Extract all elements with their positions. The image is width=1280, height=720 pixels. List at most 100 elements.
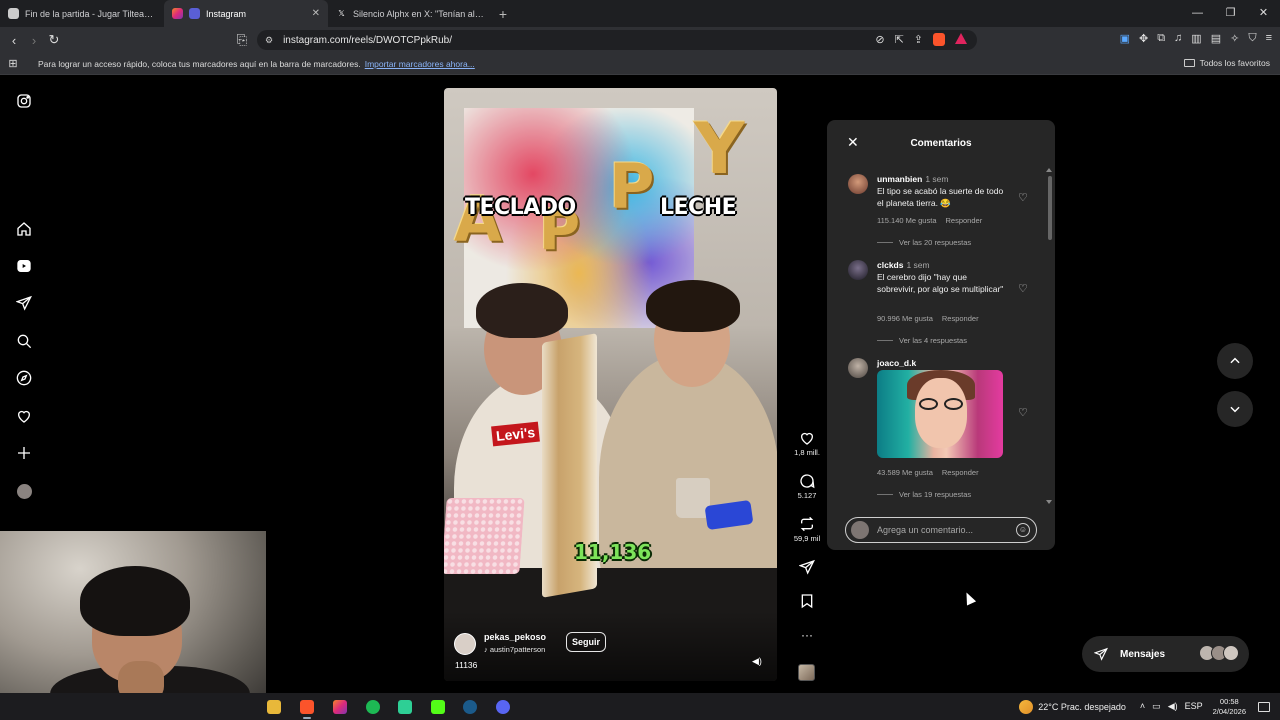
steam-icon[interactable] — [461, 698, 479, 715]
speaker-icon[interactable]: ◀) — [752, 656, 762, 667]
new-tab-button[interactable]: + — [492, 0, 514, 27]
tab-x-post[interactable]: 𝕏 Silencio Alphx en X: "Tenían al homb — [328, 0, 492, 27]
scroll-up-icon[interactable] — [1046, 168, 1052, 172]
tab-instagram[interactable]: Instagram ✕ — [164, 0, 328, 27]
all-bookmarks-button[interactable]: Todos los favoritos — [1183, 58, 1270, 68]
forward-button[interactable]: › — [24, 33, 44, 48]
instagram-logo-icon[interactable] — [15, 92, 33, 110]
site-info-icon[interactable]: ⚙ — [265, 35, 273, 46]
comment-username[interactable]: unmanbien — [877, 174, 922, 184]
author-avatar[interactable] — [454, 633, 476, 655]
shield-icon[interactable]: ⛉ — [1248, 32, 1256, 45]
open-external-icon[interactable]: ⇱ — [895, 33, 904, 46]
repost-button[interactable]: 59,9 mil — [786, 516, 828, 543]
close-tab-icon[interactable]: ✕ — [312, 8, 320, 19]
scroll-down-icon[interactable] — [1046, 500, 1052, 504]
scrollbar-thumb[interactable] — [1048, 176, 1052, 240]
notifications-icon[interactable] — [1258, 701, 1270, 712]
volume-icon[interactable]: ◀) — [1168, 701, 1178, 712]
reply-button[interactable]: Responder — [942, 468, 979, 477]
comment-gif[interactable] — [877, 370, 1003, 458]
comment-like-icon[interactable]: ♡ — [1018, 406, 1028, 419]
vpn-icon[interactable]: ▣ — [1120, 32, 1130, 45]
view-replies-button[interactable]: Ver las 4 respuestas — [877, 336, 967, 345]
chevron-up-icon[interactable]: ˄ — [1140, 701, 1145, 712]
avatar[interactable] — [848, 260, 868, 280]
brave-shields-icon[interactable] — [933, 33, 945, 46]
close-window-button[interactable]: ✕ — [1247, 0, 1280, 27]
comment-likes[interactable]: 90.996 Me gusta — [877, 314, 933, 323]
person-right-hair — [646, 280, 740, 332]
direct-send-icon[interactable] — [15, 294, 33, 312]
comment-like-icon[interactable]: ♡ — [1018, 282, 1028, 295]
audio-thumbnail[interactable] — [798, 664, 815, 681]
messages-button[interactable]: Mensajes — [1082, 636, 1249, 672]
previous-reel-button[interactable] — [1217, 343, 1253, 379]
comment-meta: 90.996 Me gusta Responder — [877, 314, 979, 323]
weather-widget[interactable]: 22°C Prac. despejado — [1019, 699, 1126, 714]
send-icon — [1094, 647, 1108, 661]
comment-likes[interactable]: 115.140 Me gusta — [877, 216, 937, 225]
instagram-app-icon[interactable] — [331, 698, 349, 715]
audio-source[interactable]: ♪ austin7patterson — [484, 645, 545, 654]
restore-button[interactable]: ❐ — [1214, 0, 1247, 27]
file-explorer-icon[interactable] — [265, 698, 283, 715]
extensions-icon[interactable]: ✥ — [1139, 32, 1148, 45]
keyboard-language[interactable]: ESP — [1185, 701, 1203, 712]
search-icon[interactable] — [15, 332, 33, 350]
share-button[interactable] — [786, 559, 828, 575]
back-button[interactable]: ‹ — [4, 33, 24, 48]
comment-likes[interactable]: 43.589 Me gusta — [877, 468, 933, 477]
view-replies-button[interactable]: Ver las 19 respuestas — [877, 490, 971, 499]
reply-button[interactable]: Responder — [942, 314, 979, 323]
reload-button[interactable]: ↻ — [44, 32, 64, 48]
comment-like-icon[interactable]: ♡ — [1018, 191, 1028, 204]
notifications-heart-icon[interactable] — [15, 407, 33, 425]
discord-icon[interactable] — [494, 698, 512, 715]
kick-icon[interactable] — [429, 698, 447, 715]
bookmark-page-icon[interactable]: ⎘ — [232, 32, 252, 48]
url-bar[interactable]: ⚙ instagram.com/reels/DWOTCPpkRub/ ⊘ ⇱ ⇪ — [257, 30, 977, 50]
follow-button[interactable]: Seguir — [566, 632, 607, 652]
tab-tilteadazo[interactable]: Fin de la partida - Jugar Tilteadazo - — [0, 0, 164, 27]
reels-icon[interactable] — [15, 257, 33, 275]
share-icon[interactable]: ⇪ — [914, 33, 923, 46]
no-tracking-icon[interactable]: ⊘ — [875, 33, 884, 46]
screenshot-icon[interactable]: ⧉ — [1157, 32, 1165, 45]
network-icon[interactable]: ▭ — [1152, 701, 1161, 712]
sidebar-icon[interactable]: ▥ — [1191, 32, 1201, 45]
avatar[interactable] — [848, 358, 868, 378]
wallet-icon[interactable]: ▤ — [1211, 32, 1221, 45]
like-button[interactable]: 1,8 mill. — [786, 430, 828, 457]
reply-button[interactable]: Responder — [946, 216, 983, 225]
comment-button[interactable]: 5.127 — [786, 473, 828, 500]
music-icon[interactable]: ♫ — [1174, 32, 1182, 45]
comment-username[interactable]: joaco_d.k — [877, 358, 916, 368]
spotify-icon[interactable] — [364, 698, 382, 715]
next-reel-button[interactable] — [1217, 391, 1253, 427]
leo-ai-icon[interactable]: ✧ — [1230, 32, 1239, 45]
brave-browser-icon[interactable] — [298, 698, 316, 719]
save-button[interactable] — [786, 593, 828, 609]
comment-input[interactable] — [877, 525, 1007, 535]
view-replies-button[interactable]: Ver las 20 respuestas — [877, 238, 971, 247]
more-options-icon[interactable]: ··· — [786, 628, 828, 642]
streaming-app-icon[interactable] — [396, 698, 414, 715]
import-bookmarks-link[interactable]: Importar marcadores ahora... — [365, 59, 475, 69]
emoji-icon[interactable]: ☺ — [1016, 523, 1030, 537]
explore-icon[interactable] — [15, 369, 33, 387]
apps-grid-icon[interactable]: ⊞ — [0, 57, 26, 70]
minimize-button[interactable]: — — [1181, 0, 1214, 27]
menu-icon[interactable]: ≡ — [1266, 32, 1272, 45]
author-username[interactable]: pekas_pekoso — [484, 632, 546, 642]
comment-username[interactable]: clckds — [877, 260, 903, 270]
home-icon[interactable] — [15, 220, 33, 238]
avatar[interactable] — [848, 174, 868, 194]
reel-video[interactable]: A P P Y TECLADO LECHE Levi's 11,136 peka… — [444, 88, 777, 681]
create-plus-icon[interactable] — [15, 444, 33, 462]
comments-scrollbar[interactable] — [1046, 168, 1052, 504]
profile-avatar[interactable] — [15, 482, 33, 500]
folder-icon — [1183, 59, 1195, 67]
clock[interactable]: 00:58 2/04/2026 — [1213, 697, 1246, 716]
brave-rewards-icon[interactable] — [955, 33, 967, 44]
